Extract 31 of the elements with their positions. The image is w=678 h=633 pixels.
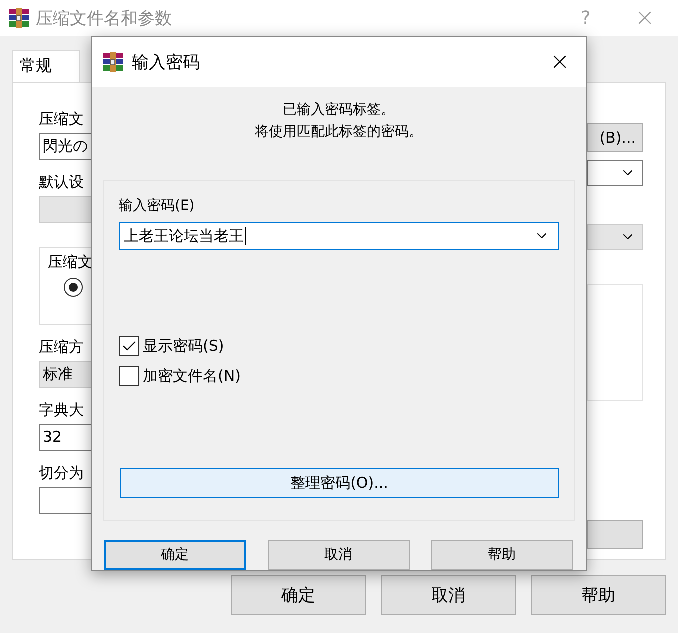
field-label: 压缩文 — [39, 109, 85, 129]
group-label: 压缩文 — [48, 252, 94, 272]
checkbox-option[interactable]: 加密文件名(N) — [119, 366, 241, 386]
field-label: 默认设 — [39, 172, 85, 192]
tab[interactable]: 常规 — [12, 50, 80, 82]
text-cursor — [245, 227, 246, 245]
dialog-title: 输入密码 — [132, 52, 201, 74]
password-label: 输入密码(E) — [119, 197, 195, 216]
dialog-button[interactable]: 取消 — [268, 540, 410, 570]
password-field[interactable]: 上老王论坛当老王 — [119, 222, 559, 250]
dialog-button[interactable]: 帮助 — [431, 540, 573, 570]
radio-button[interactable] — [64, 278, 83, 297]
archive-logo-icon — [8, 8, 30, 28]
dropdown[interactable] — [587, 160, 643, 186]
window-title: 压缩文件名和参数 — [36, 8, 173, 30]
archive-logo-icon — [102, 52, 124, 72]
message-text: 将使用匹配此标签的密码。 — [255, 123, 423, 142]
checkbox-option[interactable]: 显示密码(S) — [119, 336, 224, 356]
checkbox[interactable] — [119, 336, 139, 356]
dialog-button[interactable]: 确定 — [104, 540, 246, 570]
checkbox[interactable] — [119, 366, 139, 386]
button[interactable]: (B)... — [587, 123, 643, 152]
password-text: 上老王论坛当老王 — [124, 226, 244, 246]
dialog-button[interactable]: 帮助 — [531, 575, 666, 615]
organize-passwords-button[interactable]: 整理密码(O)... — [120, 468, 559, 498]
dialog-button[interactable]: 取消 — [381, 575, 516, 615]
field-label: 压缩方 — [39, 337, 85, 357]
dialog-button[interactable]: 确定 — [231, 575, 366, 615]
field-label: 切分为 — [39, 463, 85, 483]
field-label: 字典大 — [39, 400, 85, 420]
message-text: 已输入密码标签。 — [283, 101, 395, 120]
